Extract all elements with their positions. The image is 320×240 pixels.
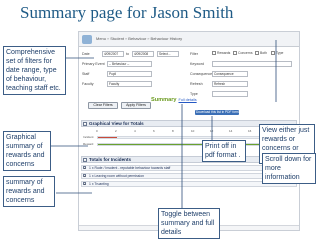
date-from-field[interactable]: 4/09/2007 bbox=[102, 51, 124, 57]
chart-tick-label: 8 bbox=[172, 129, 174, 133]
type-checkbox[interactable] bbox=[271, 51, 275, 55]
filter-row-date: Date 4/09/2007 to 4/09/2008 Select... Fi… bbox=[82, 50, 296, 59]
staff-select[interactable]: Pupil bbox=[107, 71, 152, 77]
pdf-download-link[interactable]: Download this list in PDF format bbox=[196, 110, 241, 114]
chart-tick-label: 10 bbox=[191, 129, 195, 133]
incident-row-text: 1 x Rude / Insolent - reputable behaviou… bbox=[89, 166, 171, 170]
incident-expand-icon[interactable]: + bbox=[83, 182, 86, 186]
clear-filters-button[interactable]: Clear Filters bbox=[88, 102, 118, 109]
incident-row-text: 1 x Truanting bbox=[89, 182, 109, 186]
primary-event-select[interactable]: -- Behaviour -- bbox=[107, 61, 152, 67]
chart-tick-label: 4 bbox=[134, 129, 136, 133]
incident-expand-icon[interactable]: + bbox=[83, 174, 86, 178]
date-to-label: to bbox=[126, 52, 129, 56]
keyword-input[interactable] bbox=[212, 61, 292, 67]
chart-tick-label: 6 bbox=[153, 129, 155, 133]
rewards-checkbox-label: Rewards bbox=[217, 51, 231, 55]
incidents-section-title: Totals for Incidents bbox=[89, 157, 132, 162]
incident-expand-icon[interactable]: + bbox=[83, 166, 86, 170]
type-label: Type bbox=[190, 92, 198, 96]
type-checkbox-label: Type bbox=[276, 51, 284, 55]
date-label: Date bbox=[82, 52, 90, 56]
graph-section-title: Graphical View for Totals bbox=[89, 121, 144, 126]
filter-row-staff: Staff Pupil Consequence Consequence bbox=[82, 70, 296, 79]
faculty-select[interactable]: Faculty bbox=[107, 81, 152, 87]
concerns-checkbox[interactable] bbox=[233, 51, 237, 55]
callout-summary: summary of rewards and concerns bbox=[3, 176, 55, 207]
app-logo bbox=[82, 35, 92, 44]
breadcrumb: Menu»Student»Behaviour»Behaviour History bbox=[96, 36, 183, 41]
breadcrumb-behaviour-history: Behaviour History bbox=[150, 36, 183, 41]
staff-label: Staff bbox=[82, 72, 90, 76]
faculty-label: Faculty bbox=[82, 82, 94, 86]
chart-bar-label: Incident bbox=[83, 135, 94, 139]
both-checkbox-label: Both bbox=[260, 51, 267, 55]
summary-toggle: Summary Full details bbox=[151, 97, 197, 103]
summary-tab[interactable]: Summary bbox=[151, 97, 177, 103]
date-preset-select[interactable]: Select... bbox=[157, 51, 179, 57]
graph-collapse-icon[interactable]: - bbox=[83, 122, 87, 126]
primary-event-label: Primary Event bbox=[82, 62, 105, 66]
callout-scroll: Scroll down for more information bbox=[262, 153, 316, 184]
callout-pdf: Print off in pdf format . bbox=[202, 140, 246, 162]
type-select[interactable] bbox=[212, 91, 248, 97]
rewards-checkbox[interactable] bbox=[212, 51, 216, 55]
refresh-select[interactable]: Refresh bbox=[212, 81, 248, 87]
refresh-label: Refresh bbox=[190, 82, 203, 86]
concerns-checkbox-label: Concerns bbox=[238, 51, 253, 55]
filter-row-faculty: Faculty Faculty Refresh Refresh bbox=[82, 80, 296, 89]
incidents-collapse-icon[interactable]: - bbox=[83, 158, 87, 162]
consequence-select[interactable]: Consequence bbox=[212, 71, 248, 77]
chart-tick-label: 16 bbox=[248, 129, 252, 133]
chart-tick-label: 14 bbox=[229, 129, 233, 133]
apply-filters-button[interactable]: Apply Filters bbox=[121, 102, 151, 109]
breadcrumb-menu[interactable]: Menu bbox=[96, 36, 106, 41]
incident-row-text: 1 x Leaving room without permission bbox=[89, 174, 145, 178]
consequence-label: Consequence bbox=[190, 72, 213, 76]
callout-toggle: Toggle between summary and full details bbox=[158, 208, 220, 239]
filter-label: Filter bbox=[190, 52, 198, 56]
filter-row-primary-event: Primary Event -- Behaviour -- Keyword bbox=[82, 60, 296, 69]
page-title: Summary page for Jason Smith bbox=[20, 3, 234, 22]
callout-graphical: Graphical summary of rewards and concern… bbox=[3, 131, 51, 171]
keyword-label: Keyword bbox=[190, 62, 204, 66]
breadcrumb-student[interactable]: Student bbox=[110, 36, 124, 41]
chart-tick-label: 2 bbox=[115, 129, 117, 133]
both-checkbox[interactable] bbox=[255, 51, 259, 55]
full-details-link[interactable]: Full details bbox=[179, 98, 197, 102]
callout-filters: Comprehensive set of filters for date ra… bbox=[3, 46, 66, 95]
chart-bar bbox=[98, 144, 286, 145]
date-to-field[interactable]: 4/09/2008 bbox=[132, 51, 154, 57]
chart-bar-label: Reward bbox=[83, 142, 94, 146]
chart-tick-label: 12 bbox=[210, 129, 214, 133]
chart-tick-label: 0 bbox=[96, 129, 98, 133]
breadcrumb-behaviour[interactable]: Behaviour bbox=[128, 36, 146, 41]
chart-bar bbox=[98, 137, 117, 138]
app-header: Menu»Student»Behaviour»Behaviour History bbox=[79, 32, 299, 47]
